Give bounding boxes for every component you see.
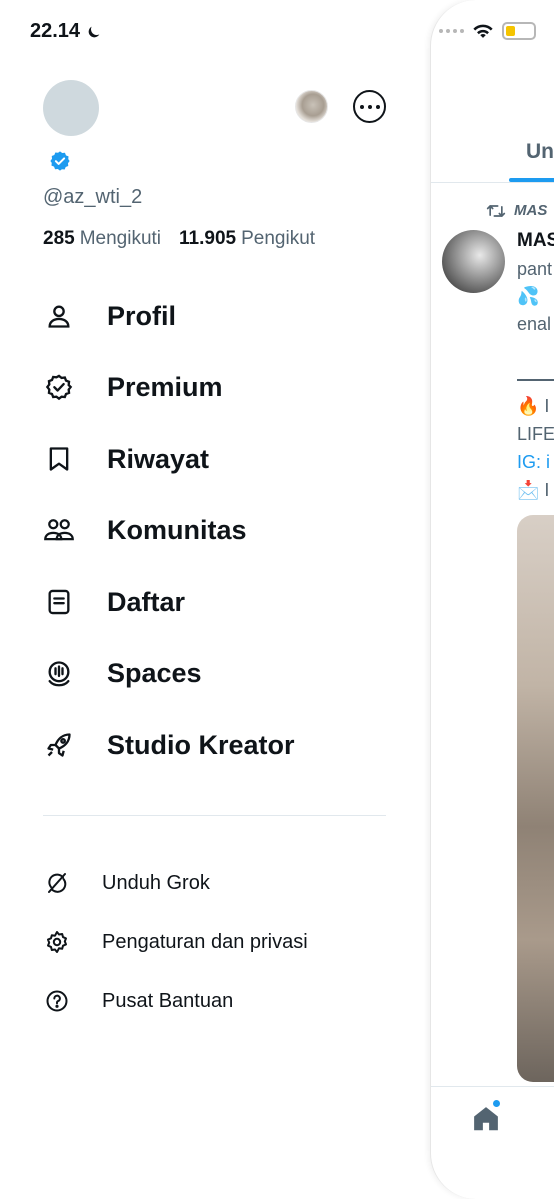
username-handle: @az_wti_2: [43, 186, 143, 208]
menu-item-label: Pusat Bantuan: [102, 989, 234, 1012]
post-author-avatar[interactable]: [442, 230, 505, 293]
nav-item-label: Profil: [107, 300, 177, 331]
followers-stat[interactable]: 11.905 Pengikut: [179, 228, 315, 250]
menu-item-unduh-grok[interactable]: Unduh Grok: [43, 868, 210, 898]
repost-icon: [486, 204, 506, 217]
follow-stats: 285 Mengikuti 11.905 Pengikut: [43, 228, 315, 250]
nav-item-premium[interactable]: Premium: [43, 367, 223, 407]
bookmark-icon: [43, 443, 75, 475]
nav-item-spaces[interactable]: Spaces: [43, 653, 202, 693]
nav-item-studio-kreator[interactable]: Studio Kreator: [43, 725, 295, 765]
notification-dot: [493, 1100, 500, 1107]
divider: [431, 182, 554, 183]
help-icon: [43, 987, 71, 1015]
nav-item-label: Premium: [107, 371, 223, 402]
post-text: pant: [517, 259, 553, 279]
nav-item-profil[interactable]: Profil: [43, 296, 176, 336]
menu-item-pusat-bantuan[interactable]: Pusat Bantuan: [43, 986, 233, 1016]
spaces-icon: [43, 657, 75, 689]
divider: [43, 815, 386, 816]
following-count: 285: [43, 228, 75, 249]
grok-icon: [43, 869, 71, 897]
tab-for-you[interactable]: Unt: [526, 140, 554, 164]
nav-item-komunitas[interactable]: Komunitas: [43, 510, 247, 550]
rocket-icon: [43, 729, 75, 761]
post-media-image[interactable]: [517, 515, 554, 1082]
more-options-button[interactable]: [353, 90, 386, 123]
verified-icon: [50, 151, 70, 171]
menu-item-label: Unduh Grok: [102, 871, 210, 894]
communities-icon: [43, 514, 75, 546]
following-label: Mengikuti: [79, 228, 162, 249]
post-divider: [517, 379, 554, 381]
gear-icon: [43, 928, 71, 956]
home-feed-panel[interactable]: Unt MAS MAS pant 💦 enal 🔥 I LIFE IG: i 📩…: [430, 0, 554, 1199]
list-icon: [43, 586, 75, 618]
post-text: LIFE: [517, 424, 554, 444]
nav-item-label: Komunitas: [107, 514, 247, 545]
feed-status-icons: [439, 22, 536, 40]
followers-count: 11.905: [179, 228, 237, 249]
followers-label: Pengikut: [241, 228, 316, 249]
nav-item-label: Studio Kreator: [107, 729, 295, 760]
switch-account-avatar[interactable]: [295, 90, 328, 123]
nav-item-riwayat[interactable]: Riwayat: [43, 439, 209, 479]
avatar[interactable]: [43, 80, 99, 136]
post-text: 📩 I: [517, 480, 550, 500]
nav-item-label: Riwayat: [107, 443, 210, 474]
following-stat[interactable]: 285 Mengikuti: [43, 228, 161, 250]
verified-badge-icon: [43, 371, 75, 403]
post-text: 💦: [517, 286, 540, 306]
wifi-icon: [473, 24, 493, 38]
menu-item-label: Pengaturan dan privasi: [102, 930, 308, 953]
repost-text: MAS: [514, 202, 548, 219]
signal-icon: [439, 29, 464, 33]
post-link[interactable]: IG: i: [517, 452, 550, 473]
side-drawer: @az_wti_2 285 Mengikuti 11.905 Pengikut Pr…: [0, 0, 430, 1199]
nav-item-label: Daftar: [107, 586, 186, 617]
nav-item-daftar[interactable]: Daftar: [43, 582, 185, 622]
menu-item-pengaturan[interactable]: Pengaturan dan privasi: [43, 927, 308, 957]
home-icon[interactable]: [471, 1104, 501, 1134]
person-icon: [43, 300, 75, 332]
post-text: 🔥 I: [517, 396, 550, 416]
post-author-name[interactable]: MAS: [517, 230, 554, 252]
repost-indicator: MAS: [486, 202, 547, 219]
nav-item-label: Spaces: [107, 657, 202, 688]
bottom-nav-divider: [431, 1086, 554, 1087]
battery-icon: [502, 22, 536, 40]
post-text: enal: [517, 314, 552, 334]
